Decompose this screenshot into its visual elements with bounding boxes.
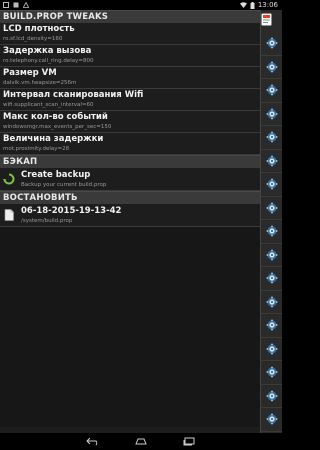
item-subtitle: mot.proximity.delay=28 bbox=[3, 146, 70, 152]
settings-list[interactable]: BUILD.PROP TWEAKS LCD плотность ro.sf.lc… bbox=[0, 10, 260, 433]
gear-icon bbox=[266, 202, 277, 214]
side-row[interactable] bbox=[261, 338, 282, 361]
list-item-create-backup[interactable]: Create backup Backup your current build.… bbox=[0, 168, 260, 191]
side-row[interactable] bbox=[261, 79, 282, 103]
side-row[interactable] bbox=[261, 385, 282, 408]
list-item-ring-delay[interactable]: Задержка вызова ro.telephony.call_ring.d… bbox=[0, 45, 260, 67]
battery-icon bbox=[250, 1, 255, 9]
gear-icon bbox=[266, 131, 277, 143]
gear-icon bbox=[266, 319, 277, 331]
gear-icon bbox=[266, 390, 277, 402]
empty-area bbox=[0, 227, 260, 427]
item-title: Задержка вызова bbox=[3, 46, 92, 56]
side-row[interactable] bbox=[261, 291, 282, 314]
side-row[interactable] bbox=[261, 197, 282, 220]
list-item-restore-backup[interactable]: 06-18-2015-19-13-42 /system/build.prop bbox=[0, 204, 260, 227]
side-row[interactable] bbox=[261, 244, 282, 267]
list-item-lcd-density[interactable]: LCD плотность ro.sf.lcd_density=160 bbox=[0, 23, 260, 45]
side-row[interactable] bbox=[261, 126, 282, 150]
gear-icon bbox=[266, 155, 277, 167]
clock: 13:06 bbox=[257, 1, 278, 9]
item-subtitle: /system/build.prop bbox=[21, 218, 73, 224]
side-row[interactable] bbox=[261, 150, 282, 173]
section-header-backup: БЭКАП bbox=[0, 155, 260, 168]
gear-icon bbox=[266, 272, 277, 284]
side-row[interactable] bbox=[261, 32, 282, 56]
item-subtitle: dalvik.vm.heapsize=256m bbox=[3, 80, 77, 86]
gear-icon bbox=[266, 84, 277, 96]
navigation-bar bbox=[0, 433, 281, 450]
list-item-vm-size[interactable]: Размер VM dalvik.vm.heapsize=256m bbox=[0, 67, 260, 89]
item-subtitle: wifi.supplicant_scan_interval=60 bbox=[3, 102, 94, 108]
warning-icon bbox=[23, 2, 29, 8]
gear-icon bbox=[266, 249, 277, 261]
item-title: Величина задержки bbox=[3, 134, 104, 144]
side-row[interactable] bbox=[261, 267, 282, 291]
file-icon bbox=[4, 209, 14, 221]
item-subtitle: ro.telephony.call_ring.delay=800 bbox=[3, 58, 94, 64]
gear-icon bbox=[266, 343, 277, 355]
side-row[interactable] bbox=[261, 56, 282, 79]
gear-icon bbox=[266, 108, 277, 120]
gear-icon bbox=[266, 366, 277, 378]
item-title: 06-18-2015-19-13-42 bbox=[21, 206, 122, 216]
backup-icon bbox=[3, 173, 15, 185]
gear-icon bbox=[266, 178, 277, 190]
list-item-wifi-scan-interval[interactable]: Интервал сканирования Wifi wifi.supplica… bbox=[0, 89, 260, 111]
item-subtitle: Backup your current build.prop bbox=[21, 182, 107, 188]
status-bar: 13:06 bbox=[0, 0, 281, 10]
gear-icon bbox=[266, 413, 277, 425]
item-subtitle: windowsmgr.max_events_per_sec=150 bbox=[3, 124, 112, 130]
gear-icon bbox=[266, 296, 277, 308]
item-title: Create backup bbox=[21, 170, 91, 180]
notification-icon bbox=[3, 2, 9, 8]
side-row[interactable] bbox=[261, 220, 282, 244]
item-title: Размер VM bbox=[3, 68, 57, 78]
gear-icon bbox=[266, 37, 277, 49]
list-item-max-events[interactable]: Макс кол-во событий windowsmgr.max_event… bbox=[0, 111, 260, 133]
wifi-icon bbox=[239, 2, 247, 8]
side-row[interactable] bbox=[261, 361, 282, 385]
side-row[interactable] bbox=[261, 314, 282, 338]
section-header-build-prop: BUILD.PROP TWEAKS bbox=[0, 10, 260, 23]
side-row[interactable] bbox=[261, 408, 282, 432]
item-title: Макс кол-во событий bbox=[3, 112, 108, 122]
side-panel[interactable] bbox=[260, 10, 282, 433]
home-icon[interactable] bbox=[134, 437, 148, 446]
section-header-restore: ВОСТАНОВИТЬ bbox=[0, 191, 260, 204]
side-row[interactable] bbox=[261, 103, 282, 126]
notification-icon bbox=[13, 2, 19, 8]
list-item-proximity-delay[interactable]: Величина задержки mot.proximity.delay=28 bbox=[0, 133, 260, 155]
back-icon[interactable] bbox=[85, 437, 100, 446]
item-subtitle: ro.sf.lcd_density=160 bbox=[3, 36, 63, 42]
item-title: LCD плотность bbox=[3, 24, 75, 34]
side-row[interactable] bbox=[261, 173, 282, 197]
recent-apps-icon[interactable] bbox=[182, 437, 196, 446]
gear-icon bbox=[266, 61, 277, 73]
item-title: Интервал сканирования Wifi bbox=[3, 90, 144, 100]
gear-icon bbox=[266, 225, 277, 237]
app-icon[interactable] bbox=[261, 13, 272, 26]
